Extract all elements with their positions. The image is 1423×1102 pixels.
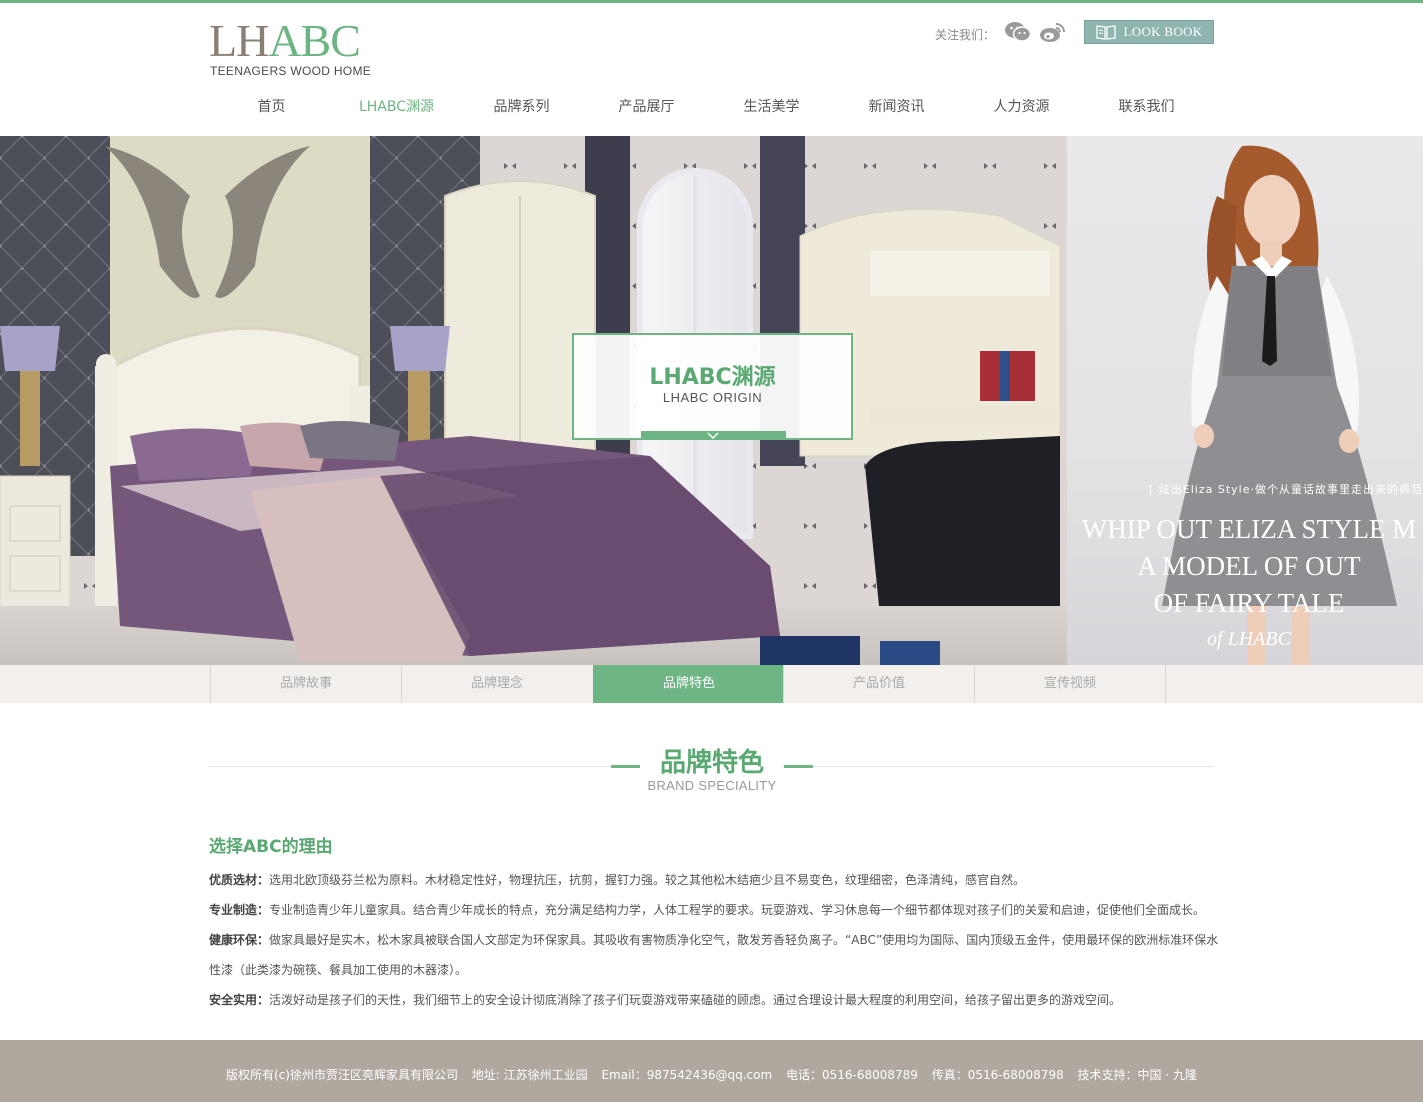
nav-item-series[interactable]: 品牌系列 bbox=[459, 92, 584, 122]
footer-fax: 传真：0516-68008798 bbox=[931, 1068, 1064, 1082]
scroll-down-button[interactable] bbox=[641, 431, 786, 440]
chevron-down-icon bbox=[707, 432, 719, 439]
feature-paragraph: 专业制造：专业制造青少年儿童家具。结合青少年成长的特点，充分满足结构力学，人体工… bbox=[209, 895, 1219, 925]
hero-banner: [ 炫出Eliza Style·做个从童话故事里走出来的典范 WHIP OUT … bbox=[0, 136, 1423, 665]
fashion-ad-line-3: OF FAIRY TALE bbox=[1153, 588, 1345, 618]
logo-lh: LH bbox=[209, 15, 269, 66]
footer-email[interactable]: Email：987542436@qq.com bbox=[601, 1068, 772, 1082]
site-footer: 版权所有(c)徐州市贾汪区亮辉家具有限公司 地址: 江苏徐州工业园 Email：… bbox=[0, 1040, 1423, 1102]
look-book-label: LOOK BOOK bbox=[1123, 24, 1203, 39]
feature-text: 专业制造青少年儿童家具。结合青少年成长的特点，充分满足结构力学，人体工程学的要求… bbox=[269, 903, 1206, 917]
look-book-button[interactable]: LOOK BOOK bbox=[1084, 20, 1214, 44]
main-nav: 首页 LHABC渊源 品牌系列 产品展厅 生活美学 新闻资讯 人力资源 联系我们 bbox=[209, 92, 1214, 122]
book-icon bbox=[1095, 25, 1116, 40]
feature-text: 活泼好动是孩子们的天性，我们细节上的安全设计彻底消除了孩子们玩耍游戏带来磕碰的顾… bbox=[269, 993, 1122, 1007]
feature-paragraph: 健康环保：做家具最好是实木，松木家具被联合国人文部定为环保家具。其吸收有害物质净… bbox=[209, 925, 1219, 985]
feature-text: 做家具最好是实木，松木家具被联合国人文部定为环保家具。其吸收有害物质净化空气，散… bbox=[209, 933, 1219, 977]
brand-subnav: 品牌故事 品牌理念 品牌特色 产品价值 宣传视频 bbox=[0, 665, 1423, 703]
feature-paragraph: 优质选材：选用北欧顶级芬兰松为原料。木材稳定性好，物理抗压，抗剪，握钉力强。较之… bbox=[209, 865, 1219, 895]
logo-tagline: TEENAGERS WOOD HOME bbox=[210, 64, 372, 78]
tab-brand-story[interactable]: 品牌故事 bbox=[210, 665, 401, 703]
banner-title-box: LHABC渊源 LHABC ORIGIN bbox=[572, 333, 853, 440]
tab-brand-philosophy[interactable]: 品牌理念 bbox=[401, 665, 592, 703]
footer-copyright: 版权所有(c)徐州市贾汪区亮辉家具有限公司 bbox=[225, 1068, 458, 1082]
banner-subtitle: LHABC ORIGIN bbox=[662, 390, 763, 405]
nav-item-origin[interactable]: LHABC渊源 bbox=[334, 92, 459, 122]
fashion-ad-brand: of LHABC bbox=[1207, 628, 1291, 650]
fashion-ad-small: [ 炫出Eliza Style·做个从童话故事里走出来的典范 bbox=[1149, 483, 1423, 496]
fashion-ad-line-2: A MODEL OF OUT bbox=[1137, 551, 1361, 581]
nav-item-showroom[interactable]: 产品展厅 bbox=[584, 92, 709, 122]
top-accent-line bbox=[0, 0, 1423, 3]
footer-support[interactable]: 技术支持：中国 · 九隆 bbox=[1078, 1068, 1197, 1082]
wechat-icon[interactable] bbox=[1004, 20, 1032, 44]
feature-key: 专业制造： bbox=[209, 903, 270, 917]
nav-item-home[interactable]: 首页 bbox=[209, 92, 334, 122]
feature-key: 优质选材： bbox=[209, 873, 270, 887]
logo-wordmark: LHABC bbox=[209, 15, 361, 66]
fashion-ad-panel[interactable]: [ 炫出Eliza Style·做个从童话故事里走出来的典范 WHIP OUT … bbox=[1067, 136, 1423, 665]
follow-us-label: 关注我们： bbox=[935, 28, 996, 42]
brand-features-content: 选择ABC的理由 优质选材：选用北欧顶级芬兰松为原料。木材稳定性好，物理抗压，抗… bbox=[209, 835, 1219, 1015]
footer-info: 版权所有(c)徐州市贾汪区亮辉家具有限公司 地址: 江苏徐州工业园 Email：… bbox=[0, 1066, 1423, 1083]
fashion-ad-text: [ 炫出Eliza Style·做个从童话故事里走出来的典范 WHIP OUT … bbox=[1069, 481, 1423, 651]
nav-item-news[interactable]: 新闻资讯 bbox=[834, 92, 959, 122]
banner-title: LHABC渊源 bbox=[649, 365, 776, 390]
feature-text: 选用北欧顶级芬兰松为原料。木材稳定性好，物理抗压，抗剪，握钉力强。较之其他松木结… bbox=[269, 873, 1026, 887]
nav-item-contact[interactable]: 联系我们 bbox=[1084, 92, 1209, 122]
bedroom-photo bbox=[0, 136, 1067, 665]
footer-address: 地址: 江苏徐州工业园 bbox=[471, 1068, 588, 1082]
weibo-icon[interactable] bbox=[1039, 20, 1067, 44]
tab-brand-features[interactable]: 品牌特色 bbox=[593, 665, 784, 703]
fashion-ad-line-1: WHIP OUT ELIZA STYLE M bbox=[1081, 514, 1417, 544]
feature-key: 健康环保： bbox=[209, 933, 270, 947]
nav-item-hr[interactable]: 人力资源 bbox=[959, 92, 1084, 122]
feature-paragraph: 安全实用：活泼好动是孩子们的天性，我们细节上的安全设计彻底消除了孩子们玩耍游戏带… bbox=[209, 985, 1219, 1015]
nav-item-lifestyle[interactable]: 生活美学 bbox=[709, 92, 834, 122]
subnav-divider bbox=[1165, 665, 1166, 703]
feature-key: 安全实用： bbox=[209, 993, 270, 1007]
logo-abc: ABC bbox=[268, 15, 361, 66]
site-logo[interactable]: LHABC TEENAGERS WOOD HOME bbox=[209, 18, 389, 80]
content-heading: 选择ABC的理由 bbox=[209, 837, 333, 857]
section-subtitle: BRAND SPECIALITY bbox=[647, 778, 777, 793]
section-title: 品牌特色 bbox=[659, 748, 764, 778]
footer-phone: 电话：0516-68008789 bbox=[785, 1068, 918, 1082]
tab-product-value[interactable]: 产品价值 bbox=[783, 665, 974, 703]
tab-promo-video[interactable]: 宣传视频 bbox=[974, 665, 1165, 703]
